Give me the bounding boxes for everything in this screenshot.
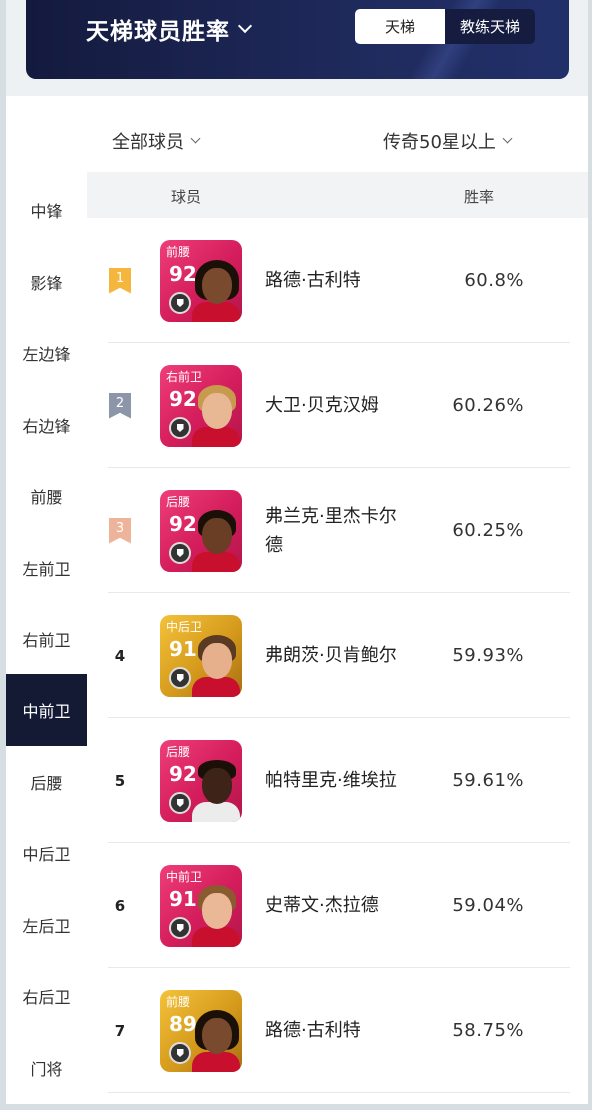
rank-cell: 1	[108, 218, 132, 343]
column-header-player: 球员	[171, 188, 202, 206]
win-rate: 59.04%	[452, 895, 524, 916]
ladder-tab-switch: 天梯 教练天梯	[355, 9, 535, 44]
player-card: 前腰 89	[160, 990, 242, 1072]
rank-badge-silver: 2	[109, 392, 131, 419]
header-banner: 天梯球员胜率 天梯 教练天梯	[26, 0, 569, 79]
chevron-down-icon	[237, 18, 253, 34]
sidebar-item-cf[interactable]: 中锋	[6, 174, 87, 246]
app-frame: 天梯球员胜率 天梯 教练天梯 全部球员 传奇50星以上 中锋 影锋 左边锋 右边…	[6, 0, 588, 1104]
win-rate: 60.26%	[452, 395, 524, 416]
player-card: 后腰 92	[160, 740, 242, 822]
card-emblem-icon	[169, 1042, 191, 1064]
player-card: 中后卫 91	[160, 615, 242, 697]
win-rate: 59.61%	[452, 770, 524, 791]
table-row[interactable]: 6 中前卫 91 史蒂文·杰拉德 59.04%	[108, 843, 570, 968]
sidebar-item-lmf[interactable]: 左前卫	[6, 532, 87, 604]
sidebar-item-lwf[interactable]: 左边锋	[6, 317, 87, 389]
win-rate: 60.8%	[464, 270, 524, 291]
chevron-down-icon	[190, 133, 201, 144]
player-winrate-table: 球员 胜率 1 前腰 92 路德·古利特 60.8% 2 右前卫 92 大卫·贝…	[87, 172, 588, 1104]
card-emblem-icon	[169, 292, 191, 314]
card-position: 前腰	[166, 245, 191, 259]
table-row[interactable]: 3 后腰 92 弗兰克·里杰卡尔德 60.25%	[108, 468, 570, 593]
player-portrait	[192, 631, 240, 697]
position-sidebar: 中锋 影锋 左边锋 右边锋 前腰 左前卫 右前卫 中前卫 后腰 中后卫 左后卫 …	[6, 174, 87, 1104]
tab-coach-ladder[interactable]: 教练天梯	[445, 9, 535, 44]
rank-cell: 2	[108, 343, 132, 468]
level-filter-dropdown[interactable]: 传奇50星以上	[383, 128, 513, 154]
sidebar-item-amf[interactable]: 前腰	[6, 460, 87, 532]
card-emblem-icon	[169, 542, 191, 564]
rank-badge-bronze: 3	[109, 517, 131, 544]
sidebar-item-rwf[interactable]: 右边锋	[6, 389, 87, 461]
card-position: 后腰	[166, 495, 191, 509]
player-card: 中前卫 91	[160, 865, 242, 947]
player-portrait	[192, 506, 240, 572]
sidebar-item-lb[interactable]: 左后卫	[6, 889, 87, 961]
table-row[interactable]: 7 前腰 89 路德·古利特 58.75%	[108, 968, 570, 1093]
player-portrait	[192, 756, 240, 822]
table-row[interactable]: 2 右前卫 92 大卫·贝克汉姆 60.26%	[108, 343, 570, 468]
filter-bar: 全部球员 传奇50星以上	[6, 106, 588, 172]
sidebar-item-cb[interactable]: 中后卫	[6, 817, 87, 889]
sidebar-item-dmf[interactable]: 后腰	[6, 746, 87, 818]
player-name: 弗朗茨·贝肯鲍尔	[265, 645, 397, 666]
card-position: 前腰	[166, 995, 191, 1009]
player-name: 帕特里克·维埃拉	[265, 770, 397, 791]
player-name: 路德·古利特	[265, 270, 361, 291]
sidebar-item-rmf[interactable]: 右前卫	[6, 603, 87, 675]
table-row[interactable]: 4 中后卫 91 弗朗茨·贝肯鲍尔 59.93%	[108, 593, 570, 718]
player-portrait	[192, 1006, 240, 1072]
player-name: 弗兰克·里杰卡尔德	[265, 505, 397, 556]
rank-number: 5	[114, 771, 126, 790]
sidebar-item-rb[interactable]: 右后卫	[6, 960, 87, 1032]
player-filter-dropdown[interactable]: 全部球员	[112, 128, 201, 154]
player-card: 后腰 92	[160, 490, 242, 572]
player-card: 前腰 92	[160, 240, 242, 322]
rank-cell: 3	[108, 468, 132, 593]
player-name: 史蒂文·杰拉德	[265, 895, 379, 916]
card-emblem-icon	[169, 792, 191, 814]
table-row[interactable]: 5 后腰 92 帕特里克·维埃拉 59.61%	[108, 718, 570, 843]
level-filter-label: 传奇50星以上	[383, 132, 496, 153]
page-title: 天梯球员胜率	[86, 19, 230, 45]
card-emblem-icon	[169, 667, 191, 689]
table-row[interactable]: 1 前腰 92 路德·古利特 60.8%	[108, 218, 570, 343]
player-filter-label: 全部球员	[112, 132, 184, 153]
win-rate: 59.93%	[452, 645, 524, 666]
rank-number: 6	[114, 896, 126, 915]
sidebar-item-gk[interactable]: 门将	[6, 1032, 87, 1104]
player-name: 大卫·贝克汉姆	[265, 395, 379, 416]
page-title-dropdown[interactable]: 天梯球员胜率	[86, 12, 253, 46]
player-name: 路德·古利特	[265, 1020, 361, 1041]
rank-number: 4	[114, 646, 126, 665]
sidebar-item-ss[interactable]: 影锋	[6, 246, 87, 318]
player-portrait	[192, 881, 240, 947]
player-portrait	[192, 381, 240, 447]
chevron-down-icon	[502, 133, 513, 144]
rank-badge-gold: 1	[109, 267, 131, 294]
win-rate: 58.75%	[452, 1020, 524, 1041]
header-area: 天梯球员胜率 天梯 教练天梯	[6, 0, 588, 96]
table-header: 球员 胜率	[87, 172, 588, 218]
sidebar-item-cmf[interactable]: 中前卫	[6, 674, 87, 746]
card-emblem-icon	[169, 917, 191, 939]
tab-ladder[interactable]: 天梯	[355, 9, 445, 44]
player-card: 右前卫 92	[160, 365, 242, 447]
column-header-winrate: 胜率	[464, 188, 495, 206]
rank-number: 7	[114, 1021, 126, 1040]
card-emblem-icon	[169, 417, 191, 439]
win-rate: 60.25%	[452, 520, 524, 541]
card-position: 后腰	[166, 745, 191, 759]
player-portrait	[192, 256, 240, 322]
